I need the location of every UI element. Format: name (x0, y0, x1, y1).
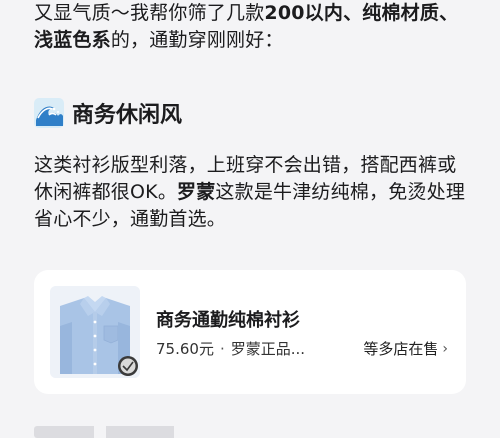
section-heading: 商务休闲风 (34, 96, 182, 130)
body-paragraph: 这类衬衫版型利落，上班穿不会出错，搭配西裤或休闲裤都很OK。罗蒙这款是牛津纺纯棉… (34, 152, 474, 233)
product-card[interactable]: 商务通勤纯棉衬衫 75.60元 · 罗蒙正品... 等多店在售 › (34, 270, 466, 394)
product-shop: 罗蒙正品... (230, 340, 306, 358)
product-title[interactable]: 商务通勤纯棉衬衫 (156, 306, 300, 332)
wave-icon (34, 98, 64, 128)
section-title: 商务休闲风 (72, 103, 183, 128)
cut-off-next-line (34, 426, 234, 438)
product-price: 75.60元 (156, 340, 214, 358)
body-bold-brand: 罗蒙 (177, 181, 216, 203)
intro-text-1: 又显气质～我帮你筛了几款 (34, 2, 265, 24)
more-stores-label: 等多店在售 (363, 340, 439, 358)
intro-paragraph: 又显气质～我帮你筛了几款200以内、纯棉材质、浅蓝色系的，通勤穿刚刚好： (34, 0, 474, 54)
product-thumbnail[interactable] (50, 286, 140, 378)
intro-text-2: 的，通勤穿刚刚好： (110, 29, 284, 51)
product-meta: 75.60元 · 罗蒙正品... 等多店在售 › (156, 338, 448, 359)
more-stores-link[interactable]: 等多店在售 › (363, 338, 448, 359)
meta-separator: · (219, 339, 225, 358)
chevron-right-icon: › (442, 340, 448, 357)
